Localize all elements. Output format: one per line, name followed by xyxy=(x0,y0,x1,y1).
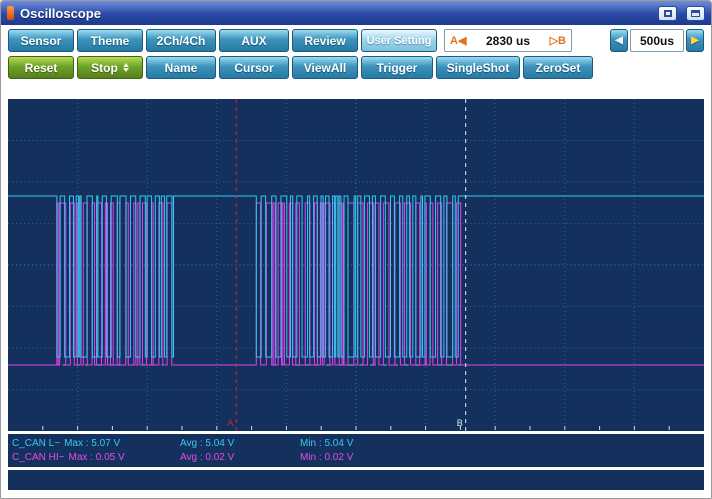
timebase-value: 500us xyxy=(630,29,684,52)
timebase-next-button[interactable]: ▶ xyxy=(686,29,704,52)
measurement-row-ch1: C_CAN L~ Max : 5.07 V Avg : 5.04 V Min :… xyxy=(12,436,700,450)
cursor-b-marker: ▷B xyxy=(549,35,566,47)
cursor-button[interactable]: Cursor xyxy=(219,56,289,79)
ch2-max-value: Max : 0.05 V xyxy=(68,451,125,463)
ch2-avg-value: Avg : 0.02 V xyxy=(180,451,235,463)
cursor-ab-readout: A◀ 2830 us ▷B xyxy=(444,29,572,52)
waveform-plot: AB xyxy=(8,99,704,431)
zeroset-button[interactable]: ZeroSet xyxy=(523,56,593,79)
restore-icon xyxy=(663,9,672,17)
ch1-avg-value: Avg : 5.04 V xyxy=(180,437,235,449)
singleshot-button[interactable]: SingleShot xyxy=(436,56,520,79)
status-strip xyxy=(8,470,704,490)
reset-button[interactable]: Reset xyxy=(8,56,74,79)
sensor-button[interactable]: Sensor xyxy=(8,29,74,52)
timebase-controls: ◀ 500us ▶ xyxy=(610,29,704,52)
stop-spinner-icon xyxy=(122,63,129,72)
review-button[interactable]: Review xyxy=(292,29,358,52)
toolbar-top: Sensor Theme 2Ch/4Ch AUX Review User Set… xyxy=(1,25,711,53)
window-restore-button[interactable] xyxy=(658,5,677,21)
svg-text:A: A xyxy=(227,418,233,428)
window-minimize-button[interactable] xyxy=(686,5,705,21)
ch2-label: C_CAN HI~ xyxy=(12,451,65,463)
scope-display[interactable]: AB xyxy=(8,99,704,431)
ch2-min-value: Min : 0.02 V xyxy=(300,451,354,463)
timebase-prev-button[interactable]: ◀ xyxy=(610,29,628,52)
measurement-row-ch2: C_CAN HI~ Max : 0.05 V Avg : 0.02 V Min … xyxy=(12,450,700,464)
cursor-a-marker: A◀ xyxy=(450,35,467,47)
trigger-button[interactable]: Trigger xyxy=(361,56,433,79)
name-button[interactable]: Name xyxy=(146,56,216,79)
svg-text:B: B xyxy=(457,418,463,428)
ch2-max-readout: C_CAN HI~ Max : 0.05 V xyxy=(12,452,180,463)
ch1-min-value: Min : 5.04 V xyxy=(300,437,354,449)
ch1-max-value: Max : 5.07 V xyxy=(64,437,121,449)
user-setting-button[interactable]: User Setting xyxy=(361,29,437,52)
left-arrow-icon: ◀ xyxy=(615,34,623,46)
app-icon xyxy=(7,6,14,20)
titlebar: Oscilloscope xyxy=(1,1,711,25)
stop-button[interactable]: Stop xyxy=(77,56,143,79)
cursor-delta-value: 2830 us xyxy=(485,33,531,48)
toolbar-bottom: Reset Stop Name Cursor ViewAll Trigger S… xyxy=(1,53,711,83)
aux-button[interactable]: AUX xyxy=(219,29,289,52)
stop-label: Stop xyxy=(91,60,118,75)
window-title: Oscilloscope xyxy=(20,5,101,21)
measurement-panel: C_CAN L~ Max : 5.07 V Avg : 5.04 V Min :… xyxy=(8,434,704,467)
minimize-icon xyxy=(691,9,700,17)
oscilloscope-window: Oscilloscope Sensor Theme 2Ch/4Ch AUX Re… xyxy=(0,0,712,499)
ch1-max-readout: C_CAN L~ Max : 5.07 V xyxy=(12,438,180,449)
right-arrow-icon: ▶ xyxy=(691,34,699,46)
ch1-label: C_CAN L~ xyxy=(12,437,61,449)
theme-button[interactable]: Theme xyxy=(77,29,143,52)
viewall-button[interactable]: ViewAll xyxy=(292,56,358,79)
channel-mode-button[interactable]: 2Ch/4Ch xyxy=(146,29,216,52)
